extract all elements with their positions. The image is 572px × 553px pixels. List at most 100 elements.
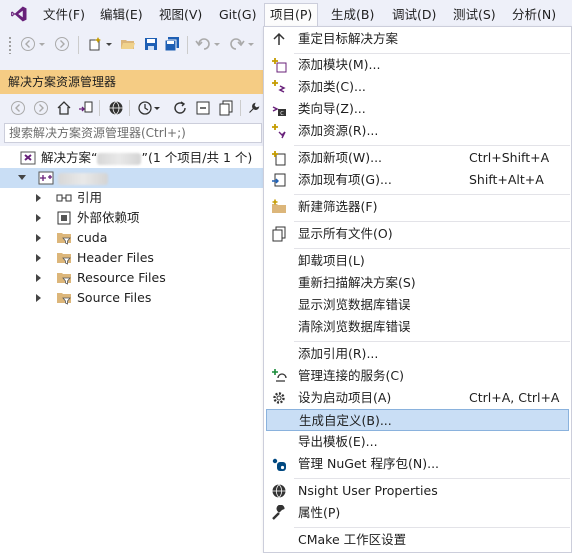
solution-label-suffix: ”(1 个项目/共 1 个) xyxy=(141,150,253,165)
globe-icon[interactable] xyxy=(108,100,124,116)
menu-item-clear-browse-db-errors[interactable]: 清除浏览数据库错误 xyxy=(264,316,571,338)
menu-item-class-wizard[interactable]: C 类向导(Z)... xyxy=(264,98,571,120)
redo-icon[interactable] xyxy=(229,36,245,52)
sync-icon[interactable] xyxy=(172,100,188,116)
tree-row-header-files[interactable]: Header Files xyxy=(0,248,264,268)
tree-item-label: 引用 xyxy=(77,190,103,205)
redo-dropdown-chevron-icon[interactable] xyxy=(247,36,255,52)
menu-item-retarget-solution[interactable]: 重定目标解决方案 xyxy=(264,28,571,50)
pending-changes-icon[interactable] xyxy=(137,100,153,116)
undo-icon[interactable] xyxy=(195,36,211,52)
expand-chevron-icon[interactable] xyxy=(36,234,41,242)
menu-separator xyxy=(294,145,570,146)
menu-bar: 文件(F) 编辑(E) 视图(V) Git(G) 项目(P) 生成(B) 调试(… xyxy=(0,0,572,28)
tree-row-references[interactable]: 引用 xyxy=(0,188,264,208)
menu-item-new-filter[interactable]: 新建筛选器(F) xyxy=(264,196,571,218)
menu-build[interactable]: 生成(B) xyxy=(326,4,379,25)
menu-item-manage-connected-services[interactable]: 管理连接的服务(C) xyxy=(264,365,571,387)
tree-row-external-dependencies[interactable]: 外部依赖项 xyxy=(0,208,264,228)
menu-item-cmake-workspace-settings[interactable]: CMake 工作区设置 xyxy=(264,529,571,551)
expand-chevron-icon[interactable] xyxy=(36,214,41,222)
menu-item-add-resource[interactable]: 添加资源(R)... xyxy=(264,120,571,142)
filter-folder-icon xyxy=(57,233,71,245)
svg-text:C: C xyxy=(280,111,284,117)
menu-item-unload-project[interactable]: 卸载项目(L) xyxy=(264,250,571,272)
solution-explorer-search-input[interactable]: 搜索解决方案资源管理器(Ctrl+;) xyxy=(4,123,262,143)
new-project-icon[interactable] xyxy=(87,36,103,52)
menu-item-add-class[interactable]: 添加类(C)... xyxy=(264,76,571,98)
toolbar-grip[interactable] xyxy=(8,36,12,54)
show-all-files-icon[interactable] xyxy=(218,100,234,116)
menu-git[interactable]: Git(G) xyxy=(214,4,262,25)
toolbar-divider xyxy=(129,100,130,116)
tree-row-project[interactable] xyxy=(0,168,264,188)
menu-view[interactable]: 视图(V) xyxy=(154,4,207,25)
expand-chevron-icon[interactable] xyxy=(36,274,41,282)
menu-separator xyxy=(294,194,570,195)
expand-chevron-icon[interactable] xyxy=(36,194,41,202)
new-dropdown-chevron-icon[interactable] xyxy=(105,36,113,52)
show-all-files-icon xyxy=(272,226,286,242)
tree-item-label: cuda xyxy=(77,230,108,245)
menu-item-build-customizations[interactable]: 生成自定义(B)... xyxy=(266,409,569,431)
shortcut-label: Ctrl+A, Ctrl+A xyxy=(469,390,560,405)
menu-item-add-existing-item[interactable]: 添加现有项(G)... Shift+Alt+A xyxy=(264,169,571,191)
save-all-icon[interactable] xyxy=(164,36,180,52)
gear-icon xyxy=(273,392,285,404)
add-existing-item-icon xyxy=(272,173,286,187)
menu-debug[interactable]: 调试(D) xyxy=(387,4,441,25)
tree-row-solution[interactable]: 解决方案“ ”(1 个项目/共 1 个) xyxy=(0,148,264,168)
menu-separator xyxy=(294,221,570,222)
home-icon[interactable] xyxy=(56,100,72,116)
menu-test[interactable]: 测试(S) xyxy=(448,4,501,25)
menu-item-add-reference[interactable]: 添加引用(R)... xyxy=(264,343,571,365)
forward-icon[interactable] xyxy=(33,100,49,116)
expand-chevron-icon[interactable] xyxy=(18,175,26,180)
collapse-all-icon[interactable] xyxy=(195,100,211,116)
redacted-name xyxy=(97,152,142,165)
pending-dropdown-chevron-icon[interactable] xyxy=(153,100,161,116)
new-filter-icon xyxy=(272,199,286,213)
menu-item-export-template[interactable]: 导出模板(E)... xyxy=(264,431,571,453)
menu-item-show-browse-db-errors[interactable]: 显示浏览数据库错误 xyxy=(264,294,571,316)
nuget-icon xyxy=(272,458,286,471)
tree-row-source-files[interactable]: Source Files xyxy=(0,288,264,308)
save-icon[interactable] xyxy=(143,36,159,52)
toolbar-divider xyxy=(78,36,79,54)
menu-item-add-new-item[interactable]: 添加新项(W)... Ctrl+Shift+A xyxy=(264,147,571,169)
tree-row-cuda[interactable]: cuda xyxy=(0,228,264,248)
menu-item-show-all-files[interactable]: 显示所有文件(O) xyxy=(264,223,571,245)
open-folder-icon[interactable] xyxy=(120,36,136,52)
expand-chevron-icon[interactable] xyxy=(36,294,41,302)
menu-item-add-module[interactable]: 添加模块(M)... xyxy=(264,54,571,76)
menu-item-manage-nuget-packages[interactable]: 管理 NuGet 程序包(N)... xyxy=(264,453,571,475)
expand-chevron-icon[interactable] xyxy=(36,254,41,262)
project-menu-dropdown: 重定目标解决方案 添加模块(M)... 添加类(C)... C 类向导(Z)..… xyxy=(263,26,572,553)
add-new-item-icon xyxy=(272,151,286,166)
visual-studio-logo-icon[interactable] xyxy=(8,5,30,23)
nsight-icon xyxy=(272,484,286,499)
toolbar-divider xyxy=(240,100,241,116)
tree-row-resource-files[interactable]: Resource Files xyxy=(0,268,264,288)
references-icon xyxy=(56,194,72,202)
back-icon[interactable] xyxy=(20,36,36,52)
menu-separator xyxy=(294,248,570,249)
properties-wrench-icon[interactable] xyxy=(248,100,260,116)
toolbar-divider xyxy=(187,36,188,54)
menu-item-rescan-solution[interactable]: 重新扫描解决方案(S) xyxy=(264,272,571,294)
menu-item-properties[interactable]: 属性(P) xyxy=(264,502,571,524)
menu-item-nsight-user-properties[interactable]: Nsight User Properties xyxy=(264,480,571,502)
menu-file[interactable]: 文件(F) xyxy=(38,4,90,25)
back-dropdown-chevron-icon[interactable] xyxy=(38,36,46,52)
switch-views-icon[interactable] xyxy=(78,100,94,116)
menu-edit[interactable]: 编辑(E) xyxy=(95,4,148,25)
cpp-project-icon xyxy=(38,171,54,185)
undo-dropdown-chevron-icon[interactable] xyxy=(213,36,221,52)
tree-item-label: Source Files xyxy=(77,290,152,305)
menu-item-set-startup-project[interactable]: 设为启动项目(A) Ctrl+A, Ctrl+A xyxy=(264,387,571,409)
back-icon[interactable] xyxy=(10,100,26,116)
menu-project[interactable]: 项目(P) xyxy=(264,3,319,27)
forward-icon[interactable] xyxy=(54,36,70,52)
shortcut-label: Shift+Alt+A xyxy=(469,172,544,187)
menu-analyze[interactable]: 分析(N) xyxy=(507,4,561,25)
